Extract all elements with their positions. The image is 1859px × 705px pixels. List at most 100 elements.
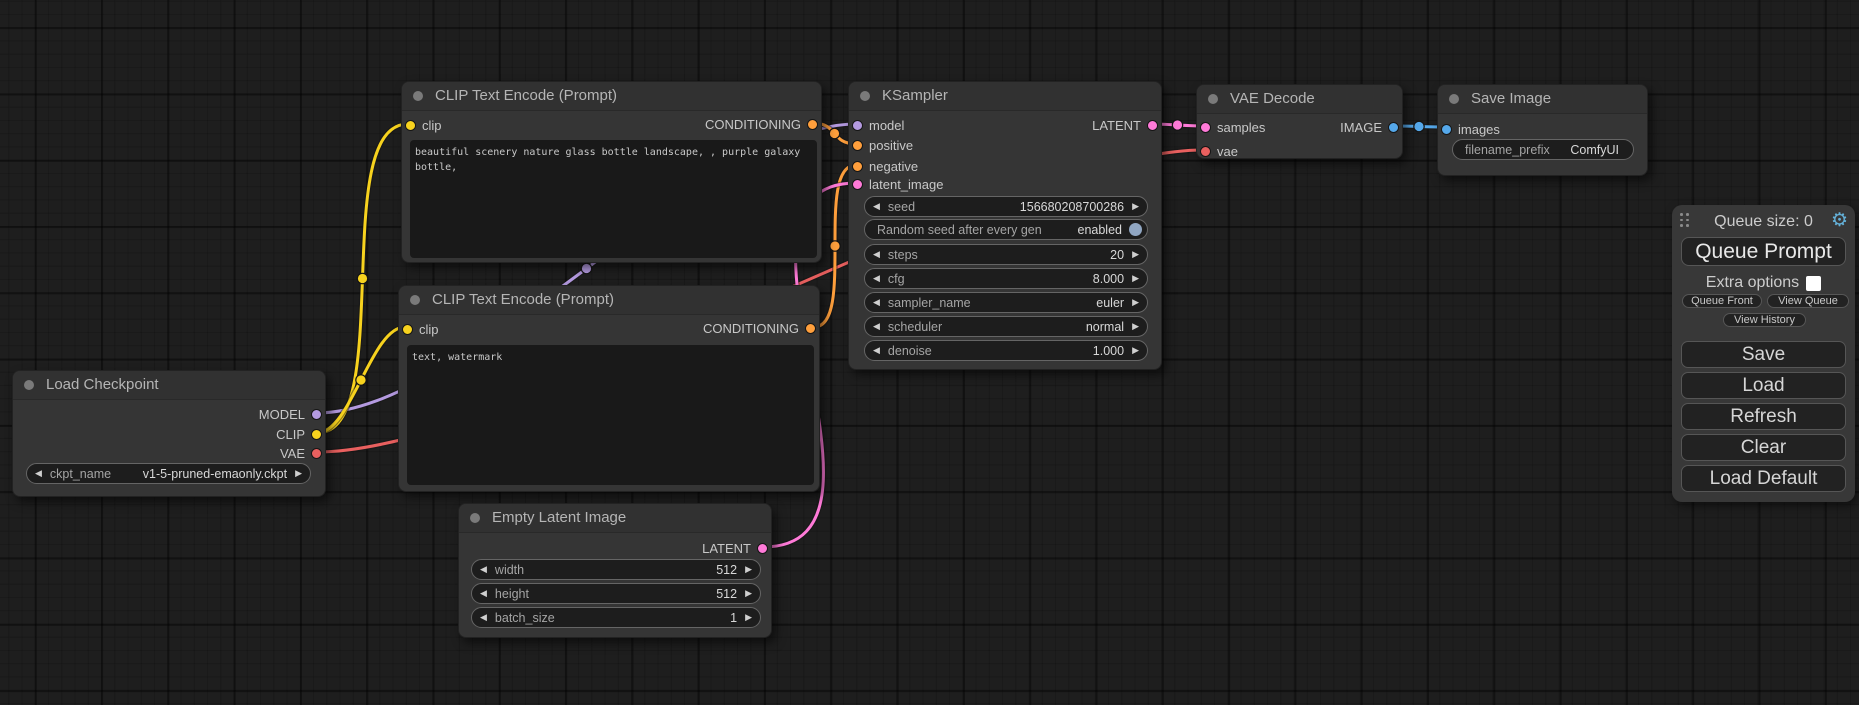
images-input-port[interactable]: images: [1441, 122, 1500, 137]
model-port-icon[interactable]: [311, 409, 322, 420]
negative-input-port[interactable]: negative: [852, 159, 918, 174]
next-arrow-icon[interactable]: ▶: [287, 463, 310, 484]
clear-button[interactable]: Clear: [1681, 434, 1846, 461]
queue-prompt-button[interactable]: Queue Prompt: [1681, 237, 1846, 266]
next-arrow-icon[interactable]: ▶: [1124, 316, 1147, 337]
steps-widget[interactable]: ◀ steps 20 ▶: [864, 244, 1148, 265]
width-widget[interactable]: ◀ width 512 ▶: [471, 559, 761, 580]
save-button[interactable]: Save: [1681, 341, 1846, 368]
latent-port-icon[interactable]: [1200, 122, 1211, 133]
conditioning-output-port[interactable]: CONDITIONING: [703, 321, 816, 336]
model-port-icon[interactable]: [852, 120, 863, 131]
node-vae-decode[interactable]: VAE Decode samples vae IMAGE: [1196, 84, 1403, 159]
latent-output-port[interactable]: LATENT: [1092, 118, 1158, 133]
node-ksampler[interactable]: KSampler model positive negative latent_…: [848, 81, 1162, 370]
ckpt-name-widget[interactable]: ◀ ckpt_name v1-5-pruned-emaonly.ckpt ▶: [26, 463, 311, 484]
latent-output-port[interactable]: LATENT: [702, 541, 768, 556]
latent-port-icon[interactable]: [852, 179, 863, 190]
increment-arrow-icon[interactable]: ▶: [737, 559, 760, 580]
collapse-dot-icon[interactable]: [1449, 94, 1459, 104]
scheduler-widget[interactable]: ◀ scheduler normal ▶: [864, 316, 1148, 337]
model-input-port[interactable]: model: [852, 118, 904, 133]
node-title-bar[interactable]: Save Image: [1438, 85, 1647, 114]
decrement-arrow-icon[interactable]: ◀: [472, 559, 495, 580]
node-clip-text-encode-positive[interactable]: CLIP Text Encode (Prompt) clip CONDITION…: [401, 81, 822, 263]
queue-front-button[interactable]: Queue Front: [1682, 294, 1762, 308]
node-empty-latent-image[interactable]: Empty Latent Image LATENT ◀ width 512 ▶ …: [458, 503, 772, 638]
node-graph-canvas[interactable]: Load Checkpoint MODEL CLIP VAE ◀ ckpt_na…: [0, 0, 1859, 705]
clip-input-port[interactable]: clip: [402, 322, 439, 337]
image-port-icon[interactable]: [1441, 124, 1452, 135]
clip-port-icon[interactable]: [402, 324, 413, 335]
prev-arrow-icon[interactable]: ◀: [27, 463, 50, 484]
node-title-bar[interactable]: Empty Latent Image: [459, 504, 771, 533]
cfg-widget[interactable]: ◀ cfg 8.000 ▶: [864, 268, 1148, 289]
increment-arrow-icon[interactable]: ▶: [737, 607, 760, 628]
node-save-image[interactable]: Save Image images filename_prefix ComfyU…: [1437, 84, 1648, 176]
collapse-dot-icon[interactable]: [860, 91, 870, 101]
collapse-dot-icon[interactable]: [24, 380, 34, 390]
decrement-arrow-icon[interactable]: ◀: [865, 196, 888, 217]
collapse-dot-icon[interactable]: [410, 295, 420, 305]
clip-port-icon[interactable]: [311, 429, 322, 440]
increment-arrow-icon[interactable]: ▶: [737, 583, 760, 604]
decrement-arrow-icon[interactable]: ◀: [472, 583, 495, 604]
collapse-dot-icon[interactable]: [413, 91, 423, 101]
node-title-bar[interactable]: Load Checkpoint: [13, 371, 325, 400]
increment-arrow-icon[interactable]: ▶: [1124, 244, 1147, 265]
clip-output-port[interactable]: CLIP: [276, 427, 322, 442]
increment-arrow-icon[interactable]: ▶: [1124, 340, 1147, 361]
conditioning-port-icon[interactable]: [852, 161, 863, 172]
node-title-bar[interactable]: CLIP Text Encode (Prompt): [402, 82, 821, 111]
height-widget[interactable]: ◀ height 512 ▶: [471, 583, 761, 604]
next-arrow-icon[interactable]: ▶: [1124, 292, 1147, 313]
conditioning-port-icon[interactable]: [807, 119, 818, 130]
clip-input-port[interactable]: clip: [405, 118, 442, 133]
node-load-checkpoint[interactable]: Load Checkpoint MODEL CLIP VAE ◀ ckpt_na…: [12, 370, 326, 497]
latent-port-icon[interactable]: [1147, 120, 1158, 131]
vae-port-icon[interactable]: [1200, 146, 1211, 157]
node-title-bar[interactable]: VAE Decode: [1197, 85, 1402, 114]
denoise-widget[interactable]: ◀ denoise 1.000 ▶: [864, 340, 1148, 361]
vae-output-port[interactable]: VAE: [280, 446, 322, 461]
collapse-dot-icon[interactable]: [470, 513, 480, 523]
vae-input-port[interactable]: vae: [1200, 144, 1238, 159]
negative-prompt-textarea[interactable]: text, watermark: [407, 345, 814, 485]
decrement-arrow-icon[interactable]: ◀: [865, 244, 888, 265]
decrement-arrow-icon[interactable]: ◀: [472, 607, 495, 628]
model-output-port[interactable]: MODEL: [259, 407, 322, 422]
vae-port-icon[interactable]: [311, 448, 322, 459]
conditioning-port-icon[interactable]: [805, 323, 816, 334]
batch-size-widget[interactable]: ◀ batch_size 1 ▶: [471, 607, 761, 628]
image-output-port[interactable]: IMAGE: [1340, 120, 1399, 135]
collapse-dot-icon[interactable]: [1208, 94, 1218, 104]
prev-arrow-icon[interactable]: ◀: [865, 292, 888, 313]
latent-port-icon[interactable]: [757, 543, 768, 554]
node-title-bar[interactable]: CLIP Text Encode (Prompt): [399, 286, 819, 315]
settings-gear-icon[interactable]: ⚙: [1831, 209, 1848, 232]
decrement-arrow-icon[interactable]: ◀: [865, 268, 888, 289]
latent-image-input-port[interactable]: latent_image: [852, 177, 943, 192]
view-history-button[interactable]: View History: [1723, 313, 1806, 327]
clip-port-icon[interactable]: [405, 120, 416, 131]
prev-arrow-icon[interactable]: ◀: [865, 316, 888, 337]
filename-prefix-widget[interactable]: filename_prefix ComfyUI: [1452, 139, 1634, 160]
node-title-bar[interactable]: KSampler: [849, 82, 1161, 111]
conditioning-output-port[interactable]: CONDITIONING: [705, 117, 818, 132]
increment-arrow-icon[interactable]: ▶: [1124, 196, 1147, 217]
sampler-name-widget[interactable]: ◀ sampler_name euler ▶: [864, 292, 1148, 313]
decrement-arrow-icon[interactable]: ◀: [865, 340, 888, 361]
seed-widget[interactable]: ◀ seed 156680208700286 ▶: [864, 196, 1148, 217]
load-default-button[interactable]: Load Default: [1681, 465, 1846, 492]
extra-options-checkbox[interactable]: [1806, 276, 1821, 291]
samples-input-port[interactable]: samples: [1200, 120, 1265, 135]
positive-prompt-textarea[interactable]: beautiful scenery nature glass bottle la…: [410, 140, 817, 258]
image-port-icon[interactable]: [1388, 122, 1399, 133]
positive-input-port[interactable]: positive: [852, 138, 913, 153]
random-seed-widget[interactable]: Random seed after every gen enabled: [864, 219, 1148, 240]
refresh-button[interactable]: Refresh: [1681, 403, 1846, 430]
load-button[interactable]: Load: [1681, 372, 1846, 399]
conditioning-port-icon[interactable]: [852, 140, 863, 151]
increment-arrow-icon[interactable]: ▶: [1124, 268, 1147, 289]
node-clip-text-encode-negative[interactable]: CLIP Text Encode (Prompt) clip CONDITION…: [398, 285, 820, 492]
